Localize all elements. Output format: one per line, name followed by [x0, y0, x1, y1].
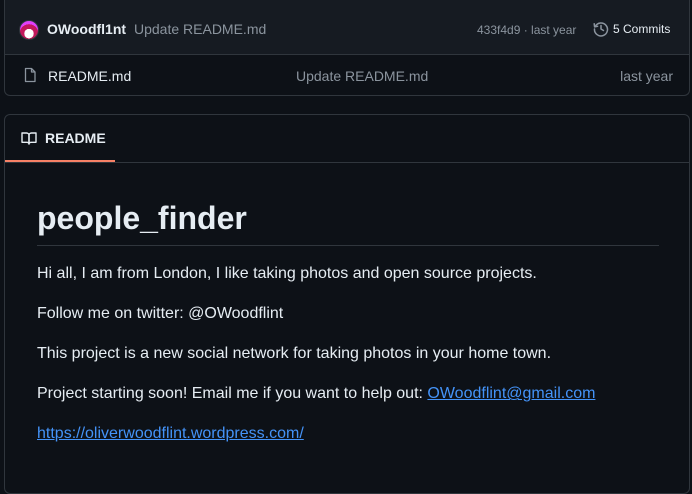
file-commit-time: last year [620, 68, 673, 84]
commit-hash-time[interactable]: 433f4d9 · last year [477, 23, 576, 37]
readme-title: people_finder [37, 163, 659, 247]
avatar[interactable] [19, 20, 39, 40]
file-row[interactable]: README.md Update README.md last year [5, 55, 689, 95]
commit-author[interactable]: OWoodfl1nt [47, 21, 126, 37]
readme-paragraph-website: https://oliverwoodflint.wordpress.com/ [37, 422, 659, 446]
website-link[interactable]: https://oliverwoodflint.wordpress.com/ [37, 425, 304, 442]
book-icon [21, 132, 37, 145]
commits-count-link[interactable]: 5 Commits [613, 22, 670, 36]
file-name-link[interactable]: README.md [48, 68, 131, 84]
readme-panel: README people_finder Hi all, I am from L… [4, 114, 690, 494]
file-browser: OWoodfl1nt Update README.md 433f4d9 · la… [4, 0, 690, 96]
readme-tab-label: README [45, 130, 106, 146]
email-prefix-text: Project starting soon! Email me if you w… [37, 385, 428, 403]
latest-commit-bar: OWoodfl1nt Update README.md 433f4d9 · la… [5, 0, 689, 55]
file-commit-message-link[interactable]: Update README.md [296, 68, 428, 84]
readme-paragraph-intro: Hi all, I am from London, I like taking … [37, 265, 537, 283]
readme-paragraph-email: Project starting soon! Email me if you w… [37, 382, 659, 406]
readme-paragraph-twitter: Follow me on twitter: @OWoodflint [37, 305, 284, 323]
file-icon [24, 67, 36, 83]
history-icon[interactable] [593, 21, 609, 37]
tab-readme[interactable]: README [5, 115, 115, 162]
readme-paragraph-project: This project is a new social network for… [37, 345, 552, 363]
email-link[interactable]: OWoodflint@gmail.com [427, 385, 595, 402]
readme-content: people_finder Hi all, I am from London, … [37, 163, 659, 446]
readme-header: README [5, 115, 689, 163]
commit-message[interactable]: Update README.md [134, 21, 266, 37]
